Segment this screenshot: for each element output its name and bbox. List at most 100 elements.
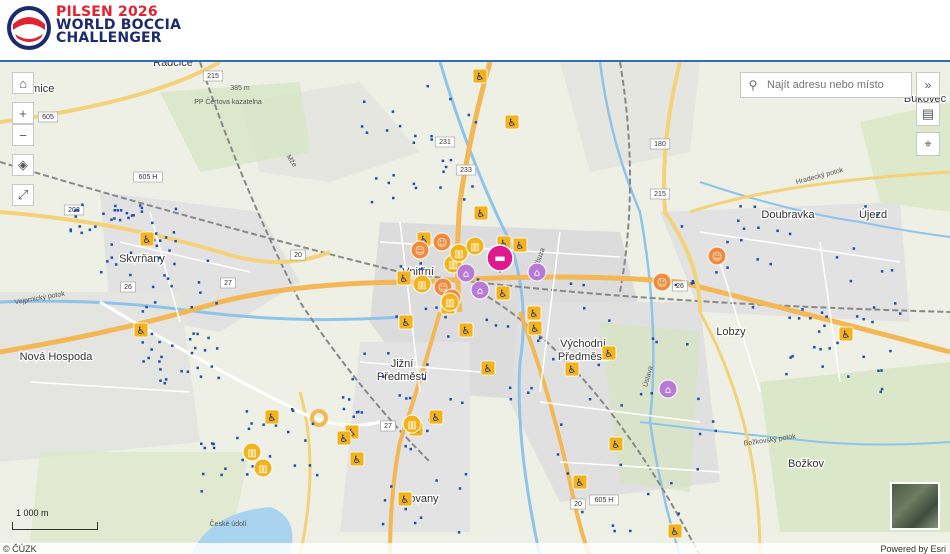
bus-stop-marker[interactable] [106, 260, 109, 263]
bus-stop-marker[interactable] [200, 442, 203, 446]
bus-stop-marker[interactable] [404, 507, 407, 511]
bus-stop-marker[interactable] [159, 368, 162, 371]
bus-stop-marker[interactable] [582, 283, 585, 287]
bus-stop-marker[interactable] [426, 84, 430, 88]
bus-stop-marker[interactable] [530, 386, 533, 390]
bus-stop-marker[interactable] [655, 340, 658, 344]
bus-stop-marker[interactable] [797, 317, 801, 320]
bus-stop-marker[interactable] [890, 269, 894, 272]
bus-stop-marker[interactable] [877, 369, 880, 373]
bus-stop-marker[interactable] [94, 225, 97, 228]
bus-stop-marker[interactable] [715, 271, 718, 274]
bus-stop-marker[interactable] [170, 284, 173, 288]
bus-stop-marker[interactable] [739, 205, 742, 208]
bus-stop-marker[interactable] [691, 279, 695, 283]
bus-stop-marker[interactable] [686, 343, 689, 346]
bus-stop-marker[interactable] [828, 347, 831, 350]
culture-marker[interactable]: ☺ [432, 232, 452, 252]
bus-stop-marker[interactable] [171, 344, 174, 347]
bus-stop-marker[interactable] [247, 427, 251, 431]
bus-stop-marker[interactable] [647, 492, 650, 496]
accessible-parking-marker[interactable]: ♿ [527, 320, 543, 336]
bus-stop-marker[interactable] [160, 355, 163, 359]
hotel-marker[interactable]: ▬ [486, 244, 514, 272]
bus-stop-marker[interactable] [409, 447, 413, 451]
culture-marker[interactable]: ☺ [652, 272, 672, 292]
bus-stop-marker[interactable] [801, 308, 804, 311]
bus-stop-marker[interactable] [291, 409, 295, 413]
accessible-parking-marker[interactable]: ♿ [667, 523, 683, 539]
bus-stop-marker[interactable] [639, 392, 643, 396]
bus-stop-marker[interactable] [651, 337, 655, 340]
bus-stop-marker[interactable] [370, 200, 374, 204]
accessible-parking-marker[interactable]: ♿ [564, 361, 580, 377]
bus-stop-marker[interactable] [776, 229, 779, 233]
bus-stop-marker[interactable] [215, 301, 218, 305]
bus-stop-marker[interactable] [207, 336, 210, 340]
bus-stop-marker[interactable] [113, 217, 116, 220]
accessible-parking-marker[interactable]: ♿ [396, 270, 412, 286]
zoom-out-button[interactable]: − [12, 124, 34, 146]
museum-marker[interactable]: ⌂ [527, 262, 547, 282]
bus-stop-marker[interactable] [158, 360, 161, 363]
bus-stop-marker[interactable] [757, 226, 760, 230]
bus-stop-marker[interactable] [582, 306, 586, 310]
bus-stop-marker[interactable] [110, 256, 114, 259]
bus-stop-marker[interactable] [560, 423, 563, 426]
bus-stop-marker[interactable] [821, 365, 824, 368]
bus-stop-marker[interactable] [835, 256, 839, 259]
bus-stop-marker[interactable] [81, 203, 84, 207]
bus-stop-marker[interactable] [862, 355, 865, 359]
bus-stop-marker[interactable] [381, 522, 385, 526]
accessible-parking-marker[interactable]: ♿ [473, 205, 489, 221]
bus-stop-marker[interactable] [426, 429, 429, 433]
bus-stop-marker[interactable] [509, 397, 513, 401]
bus-stop-marker[interactable] [726, 240, 729, 244]
bus-stop-marker[interactable] [398, 394, 402, 397]
search-input[interactable] [765, 78, 909, 92]
bus-stop-marker[interactable] [190, 305, 193, 309]
accessible-parking-marker[interactable]: ♿ [139, 231, 155, 247]
bus-stop-marker[interactable] [347, 398, 351, 401]
bus-stop-marker[interactable] [608, 319, 611, 322]
bus-stop-marker[interactable] [471, 185, 474, 188]
bus-stop-marker[interactable] [697, 397, 700, 401]
bus-stop-marker[interactable] [872, 306, 876, 309]
bus-stop-marker[interactable] [174, 207, 178, 211]
accessible-parking-marker[interactable]: ♿ [601, 345, 617, 361]
bus-stop-marker[interactable] [180, 369, 183, 373]
bus-stop-marker[interactable] [163, 381, 167, 385]
bus-stop-marker[interactable] [476, 278, 480, 281]
bus-stop-marker[interactable] [485, 318, 488, 322]
bus-stop-marker[interactable] [210, 442, 214, 445]
bus-stop-marker[interactable] [245, 410, 249, 413]
bus-stop-marker[interactable] [76, 208, 79, 212]
bus-stop-marker[interactable] [430, 134, 433, 138]
bus-stop-marker[interactable] [241, 458, 244, 462]
bus-stop-marker[interactable] [132, 214, 135, 217]
bus-stop-marker[interactable] [430, 138, 433, 141]
bus-stop-marker[interactable] [399, 265, 403, 268]
bus-stop-marker[interactable] [166, 277, 170, 280]
bus-stop-marker[interactable] [262, 423, 265, 426]
bus-stop-marker[interactable] [674, 283, 678, 287]
bus-stop-marker[interactable] [164, 236, 168, 239]
bus-stop-marker[interactable] [150, 332, 154, 336]
bus-stop-marker[interactable] [151, 221, 154, 225]
bus-stop-marker[interactable] [825, 315, 828, 318]
accessible-parking-marker[interactable]: ♿ [838, 326, 854, 342]
bus-stop-marker[interactable] [442, 170, 445, 173]
bus-stop-marker[interactable] [435, 479, 438, 482]
bus-stop-marker[interactable] [286, 430, 290, 434]
bus-stop-marker[interactable] [506, 325, 510, 328]
museum-marker[interactable]: ⌂ [658, 379, 678, 399]
bus-stop-marker[interactable] [150, 348, 153, 351]
bus-stop-marker[interactable] [206, 259, 210, 263]
bus-stop-marker[interactable] [155, 232, 158, 235]
bus-stop-marker[interactable] [69, 229, 73, 233]
bus-stop-marker[interactable] [199, 291, 202, 294]
bus-stop-marker[interactable] [751, 306, 755, 309]
accessible-parking-marker[interactable]: ♿ [458, 322, 474, 338]
bus-stop-marker[interactable] [449, 97, 452, 101]
bus-stop-marker[interactable] [889, 349, 892, 353]
